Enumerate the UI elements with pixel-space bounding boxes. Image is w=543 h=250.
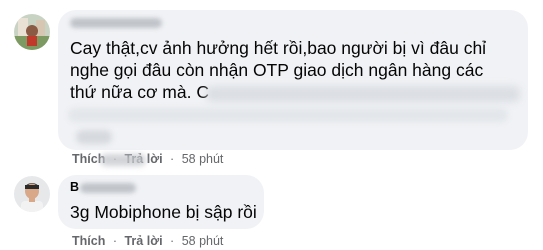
- separator: ·: [112, 234, 117, 248]
- comment-thread: Cay thật,cv ảnh hưởng hết rồi,bao người …: [0, 0, 543, 250]
- timestamp-link[interactable]: 58 phút: [182, 234, 224, 248]
- like-link[interactable]: Thích: [72, 234, 105, 248]
- comment-text-line: thứ nữa cơ mà. C: [70, 82, 209, 102]
- comment-actions: Thích · Trả lời · 58 phút: [72, 152, 223, 166]
- author-name-redacted: B: [70, 180, 79, 194]
- comment-text: 3g Mobiphone bị sập rồi: [70, 202, 257, 222]
- timestamp-link[interactable]: 58 phút: [182, 152, 224, 166]
- avatar[interactable]: [14, 176, 50, 212]
- redacted-text: [68, 108, 508, 122]
- separator: ·: [170, 152, 175, 166]
- comment-text-line: nghe gọi đâu còn nhận OTP giao dịch ngân…: [70, 60, 484, 80]
- redacted-text: [76, 130, 112, 144]
- author-name-redacted: [80, 183, 136, 193]
- separator: ·: [170, 234, 175, 248]
- comment-bubble: Cay thật,cv ảnh hưởng hết rồi,bao người …: [58, 10, 528, 150]
- comment-bubble: B 3g Mobiphone bị sập rồi: [58, 175, 264, 229]
- profile-photo-icon: [14, 14, 50, 50]
- comment-actions: Thích · Trả lời · 58 phút: [72, 234, 223, 248]
- author-initial: B: [70, 180, 80, 194]
- author-name-redacted: [70, 18, 162, 28]
- profile-photo-icon: [14, 176, 50, 212]
- redacted-text: [100, 154, 146, 166]
- reply-link[interactable]: Trả lời: [124, 234, 162, 248]
- avatar[interactable]: [14, 14, 50, 50]
- redacted-text: [206, 86, 520, 102]
- comment-text-line: Cay thật,cv ảnh hưởng hết rồi,bao người …: [70, 38, 487, 58]
